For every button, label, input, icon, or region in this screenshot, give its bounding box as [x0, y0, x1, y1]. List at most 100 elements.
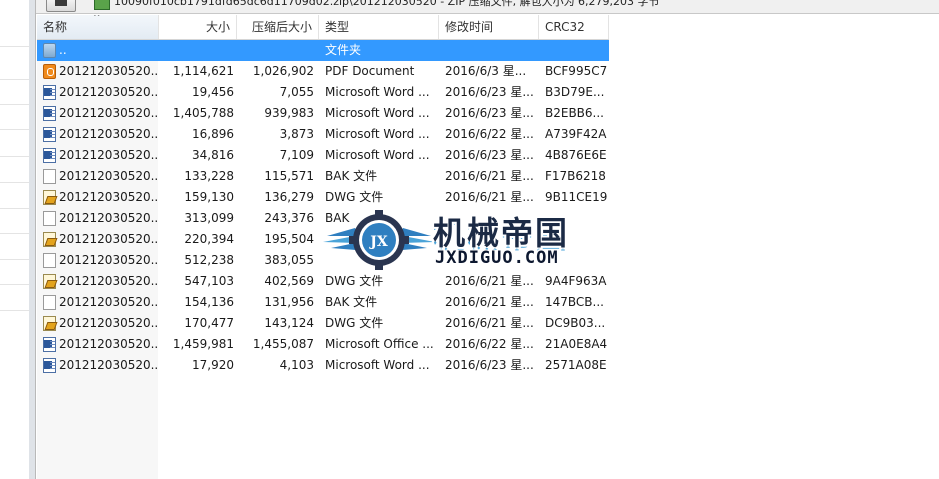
table-row[interactable]: 201212030520... 16,896 3,873 Microsoft Word…: [37, 124, 609, 145]
column-header: 名称 ^ 大小 压缩后大小 类型 修改时间 CRC32: [37, 15, 609, 40]
file-list[interactable]: 名称 ^ 大小 压缩后大小 类型 修改时间 CRC32 .. 文件夹 2012120…: [37, 15, 939, 479]
blank-file-icon: [43, 211, 56, 226]
cell-size: 1,114,621: [172, 64, 234, 78]
cell-size: 19,456: [192, 85, 234, 99]
column-crc32[interactable]: CRC32: [539, 15, 609, 39]
column-type[interactable]: 类型: [319, 15, 439, 39]
cell-crc: B3D79E...: [545, 85, 605, 99]
blank-file-icon: [43, 295, 56, 310]
column-modified[interactable]: 修改时间: [439, 15, 539, 39]
table-row[interactable]: 201212030520... 1,459,981 1,455,087 Microso…: [37, 334, 609, 355]
cell-crc: B2EBB6...: [545, 106, 604, 120]
doc-file-icon: [43, 337, 56, 352]
cell-type: 文件夹: [325, 43, 362, 57]
cell-crc: 147BCB...: [545, 295, 604, 309]
cell-type: DWG 文件: [325, 316, 384, 330]
table-row[interactable]: 201212030520... 19,456 7,055 Microsoft Word…: [37, 82, 609, 103]
cell-size: 512,238: [184, 253, 234, 267]
table-row[interactable]: 201212030520... 17,920 4,103 Microsoft Word…: [37, 355, 609, 376]
column-name[interactable]: 名称 ^: [37, 15, 159, 39]
cell-size: 17,920: [192, 358, 234, 372]
doc-file-icon: [43, 358, 56, 373]
table-row[interactable]: 201212030520... 1,114,621 1,026,902 PDF Doc…: [37, 61, 609, 82]
cell-crc: BCF995C7: [545, 64, 608, 78]
archive-path: 10090f010cb1791dfd65dc6d11709d02.zip\201…: [114, 0, 660, 8]
zip-archive-icon: [94, 0, 110, 10]
doc-file-icon: [43, 148, 56, 163]
table-row[interactable]: 201212030520... 547,103 402,569 DWG 文件 2016/…: [37, 271, 609, 292]
cell-packed: 195,504: [264, 232, 314, 246]
cell-name: ..: [59, 43, 67, 57]
blank-file-icon: [43, 169, 56, 184]
cell-packed: 7,055: [279, 85, 314, 99]
cell-mtime: 2016/6/21 星...: [445, 169, 534, 183]
cell-name: 201212030520...: [59, 127, 159, 141]
cell-packed: 136,279: [264, 190, 314, 204]
cell-mtime: 2016/6/23 星...: [445, 85, 534, 99]
cell-name: 201212030520...: [59, 148, 159, 162]
cell-mtime: 2016/6/22 星...: [445, 337, 534, 351]
watermark-url: JXDIGUO.COM: [435, 248, 559, 268]
cell-mtime: 2016/6/3 星...: [445, 64, 527, 78]
cell-mtime: 2016/6/21 星...: [445, 295, 534, 309]
table-row[interactable]: 201212030520... 133,228 115,571 BAK 文件 2016/…: [37, 166, 609, 187]
cell-name: 201212030520...: [59, 358, 159, 372]
folder-file-icon: [43, 43, 56, 58]
cell-crc: 2571A08E: [545, 358, 607, 372]
cell-type: Microsoft Office ...: [325, 337, 434, 351]
cell-type: Microsoft Word ...: [325, 148, 430, 162]
table-row[interactable]: 201212030520... 170,477 143,124 DWG 文件 2016/…: [37, 313, 609, 334]
table-row[interactable]: 201212030520... 159,130 136,279 DWG 文件 2016/…: [37, 187, 609, 208]
dwg-file-icon: [43, 316, 56, 331]
table-row[interactable]: .. 文件夹: [37, 40, 609, 61]
cell-name: 201212030520...: [59, 211, 159, 225]
cell-packed: 243,376: [264, 211, 314, 225]
doc-file-icon: [43, 85, 56, 100]
address-bar: 10090f010cb1791dfd65dc6d11709d02.zip\201…: [36, 0, 939, 14]
cell-packed: 939,983: [264, 106, 314, 120]
cell-crc: [545, 40, 609, 61]
cell-type: Microsoft Word ...: [325, 85, 430, 99]
folder-up-icon: [55, 0, 67, 6]
table-row[interactable]: 201212030520... 1,405,788 939,983 Microsoft…: [37, 103, 609, 124]
cell-type: PDF Document: [325, 64, 415, 78]
cell-size: 547,103: [184, 274, 234, 288]
cell-mtime: 2016/6/21 星...: [445, 316, 534, 330]
up-folder-button[interactable]: [46, 0, 76, 12]
cell-name: 201212030520...: [59, 232, 159, 246]
cell-type: DWG 文件: [325, 274, 384, 288]
svg-text:JX: JX: [368, 234, 388, 250]
column-packed-size[interactable]: 压缩后大小: [237, 15, 319, 39]
cell-name: 201212030520...: [59, 106, 159, 120]
cell-size: 220,394: [184, 232, 234, 246]
cell-name: 201212030520...: [59, 253, 159, 267]
doc-file-icon: [43, 106, 56, 121]
cell-crc: 4B876E6E: [545, 148, 607, 162]
cell-type: Microsoft Word ...: [325, 358, 430, 372]
sort-ascending-icon: ^: [93, 15, 101, 23]
cell-packed: 7,109: [279, 148, 314, 162]
cell-packed: 1,455,087: [252, 337, 314, 351]
cell-packed: 131,956: [264, 295, 314, 309]
dwg-file-icon: [43, 232, 56, 247]
column-size[interactable]: 大小: [159, 15, 237, 39]
cell-name: 201212030520...: [59, 295, 159, 309]
cell-crc: 9A4F963A: [545, 274, 607, 288]
blank-file-icon: [43, 253, 56, 268]
cell-name: 201212030520...: [59, 274, 159, 288]
cell-size: 159,130: [184, 190, 234, 204]
watermark-logo: JX 机械帝国 JXDIGUO.COM: [323, 206, 613, 270]
cell-packed: 3,873: [279, 127, 314, 141]
cell-crc: DC9B03...: [545, 316, 606, 330]
table-row[interactable]: 201212030520... 154,136 131,956 BAK 文件 2016/…: [37, 292, 609, 313]
cell-mtime: 2016/6/21 星...: [445, 190, 534, 204]
table-row[interactable]: 201212030520... 34,816 7,109 Microsoft Word…: [37, 145, 609, 166]
cell-packed: 4,103: [279, 358, 314, 372]
cell-packed: 402,569: [264, 274, 314, 288]
cell-type: Microsoft Word ...: [325, 127, 430, 141]
cell-mtime: 2016/6/23 星...: [445, 358, 534, 372]
cell-packed: 1,026,902: [252, 64, 314, 78]
cell-size: 170,477: [184, 316, 234, 330]
cell-size: 313,099: [184, 211, 234, 225]
cell-crc: A739F42A: [545, 127, 607, 141]
